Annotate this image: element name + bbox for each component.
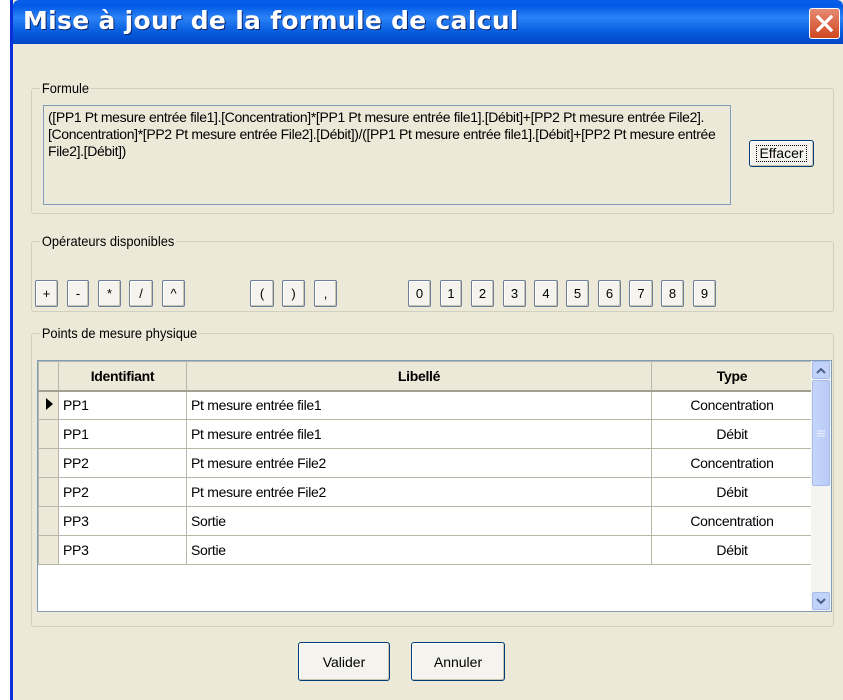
operator-plus-button[interactable]: + — [35, 280, 58, 307]
open-paren-button[interactable]: ( — [250, 280, 274, 307]
validate-button[interactable]: Valider — [298, 642, 390, 681]
header-selector-cell — [38, 361, 59, 392]
points-table-body: PP1 Pt mesure entrée file1 Concentration PP… — [38, 390, 813, 565]
operator-power-button[interactable]: ^ — [162, 280, 185, 307]
operator-multiply-button[interactable]: * — [98, 280, 121, 307]
table-row[interactable]: PP2 Pt mesure entrée File2 Débit — [38, 477, 813, 507]
cell-type[interactable]: Concentration — [651, 448, 813, 478]
table-row[interactable]: PP1 Pt mesure entrée file1 Débit — [38, 419, 813, 449]
clear-formula-label: Effacer — [756, 145, 807, 162]
table-row[interactable]: PP3 Sortie Débit — [38, 535, 813, 565]
formula-text[interactable]: ([PP1 Pt mesure entrée file1].[Concentra… — [43, 105, 731, 205]
cell-libelle[interactable]: Pt mesure entrée file1 — [186, 419, 652, 449]
vertical-scrollbar[interactable] — [811, 361, 831, 611]
formula-legend: Formule — [40, 80, 91, 96]
digit-7-button[interactable]: 7 — [629, 280, 653, 307]
row-selector[interactable] — [38, 506, 59, 536]
cell-libelle[interactable]: Pt mesure entrée File2 — [186, 448, 652, 478]
cell-identifiant[interactable]: PP1 — [58, 390, 187, 420]
close-paren-button[interactable]: ) — [282, 280, 305, 307]
cell-type[interactable]: Concentration — [651, 506, 813, 536]
points-table: Identifiant Libellé Type PP1 Pt mesure en… — [38, 361, 813, 565]
digit-3-button[interactable]: 3 — [503, 280, 526, 307]
close-button[interactable] — [809, 8, 840, 39]
digit-5-button[interactable]: 5 — [566, 280, 589, 307]
points-legend: Points de mesure physique — [40, 325, 200, 341]
cell-libelle[interactable]: Sortie — [186, 506, 652, 536]
row-selector[interactable] — [38, 535, 59, 565]
row-selector[interactable] — [38, 448, 59, 478]
comma-button[interactable]: , — [314, 280, 337, 307]
row-selector[interactable] — [38, 419, 59, 449]
row-pointer-icon — [46, 397, 53, 410]
column-header-type[interactable]: Type — [651, 361, 813, 392]
chevron-down-icon — [816, 597, 826, 604]
title-bar[interactable]: Mise à jour de la formule de calcul — [13, 0, 843, 44]
row-selector[interactable] — [38, 477, 59, 507]
formula-group: Formule ([PP1 Pt mesure entrée file1].[C… — [31, 80, 834, 214]
cell-libelle[interactable]: Pt mesure entrée file1 — [186, 390, 652, 420]
operators-group: Opérateurs disponibles + - * / ^ ( ) , 0… — [31, 233, 834, 312]
cell-type[interactable]: Débit — [651, 477, 813, 507]
scroll-down-button[interactable] — [812, 592, 830, 610]
cell-libelle[interactable]: Pt mesure entrée File2 — [186, 477, 652, 507]
cancel-label: Annuler — [433, 653, 483, 670]
operators-legend: Opérateurs disponibles — [40, 233, 177, 249]
close-icon — [815, 14, 834, 33]
table-header-row: Identifiant Libellé Type — [38, 361, 813, 392]
dialog-window: Mise à jour de la formule de calcul Form… — [10, 0, 843, 700]
digit-8-button[interactable]: 8 — [661, 280, 684, 307]
scrollbar-thumb[interactable] — [812, 380, 830, 486]
cell-identifiant[interactable]: PP2 — [58, 477, 187, 507]
cell-type[interactable]: Débit — [651, 419, 813, 449]
digit-4-button[interactable]: 4 — [534, 280, 558, 307]
table-row[interactable]: PP2 Pt mesure entrée File2 Concentration — [38, 448, 813, 478]
digit-2-button[interactable]: 2 — [471, 280, 494, 307]
cell-identifiant[interactable]: PP3 — [58, 506, 187, 536]
chevron-up-icon — [816, 367, 826, 374]
digit-9-button[interactable]: 9 — [693, 280, 716, 307]
digit-6-button[interactable]: 6 — [598, 280, 621, 307]
scroll-up-button[interactable] — [812, 361, 830, 379]
validate-label: Valider — [322, 653, 366, 670]
operator-minus-button[interactable]: - — [67, 280, 89, 307]
row-selector[interactable] — [38, 390, 59, 420]
grip-icon — [817, 430, 825, 436]
cell-libelle[interactable]: Sortie — [186, 535, 652, 565]
dialog-title: Mise à jour de la formule de calcul — [23, 6, 519, 35]
cell-identifiant[interactable]: PP3 — [58, 535, 187, 565]
cancel-button[interactable]: Annuler — [411, 642, 505, 681]
cell-type[interactable]: Concentration — [651, 390, 813, 420]
digit-1-button[interactable]: 1 — [440, 280, 462, 307]
cell-type[interactable]: Débit — [651, 535, 813, 565]
clear-formula-button[interactable]: Effacer — [749, 140, 814, 167]
points-group: Points de mesure physique Identifiant Li… — [31, 325, 834, 627]
column-header-libelle[interactable]: Libellé — [186, 361, 652, 392]
operator-divide-button[interactable]: / — [129, 280, 153, 307]
cell-identifiant[interactable]: PP1 — [58, 419, 187, 449]
column-header-identifiant[interactable]: Identifiant — [58, 361, 187, 392]
table-row[interactable]: PP1 Pt mesure entrée file1 Concentration — [38, 390, 813, 420]
digit-0-button[interactable]: 0 — [408, 280, 431, 307]
table-row[interactable]: PP3 Sortie Concentration — [38, 506, 813, 536]
points-grid: Identifiant Libellé Type PP1 Pt mesure en… — [37, 360, 832, 612]
cell-identifiant[interactable]: PP2 — [58, 448, 187, 478]
